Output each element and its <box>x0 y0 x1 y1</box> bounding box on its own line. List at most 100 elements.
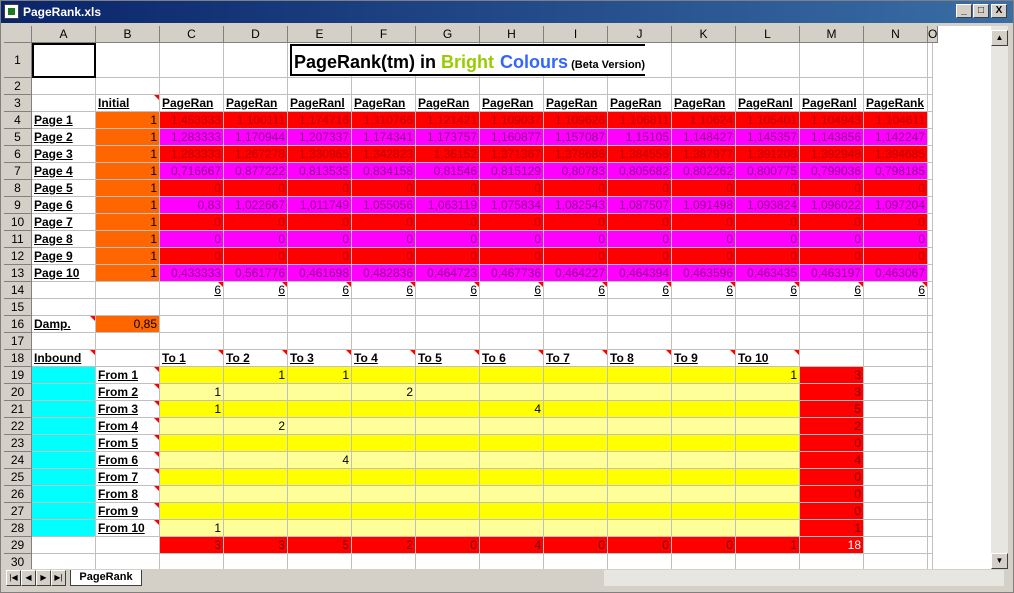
pagerank-value[interactable]: 0 <box>416 231 480 248</box>
pagerank-value[interactable]: 1,170944 <box>224 129 288 146</box>
link-count[interactable] <box>160 367 224 384</box>
to-header[interactable]: To 5 <box>416 350 480 367</box>
pagerank-value[interactable]: 1,391208 <box>736 146 800 163</box>
link-count[interactable] <box>544 384 608 401</box>
cell[interactable] <box>224 299 288 316</box>
outbound-total[interactable]: 1 <box>800 520 864 537</box>
pagerank-header[interactable]: PageRan <box>480 95 544 112</box>
cell[interactable] <box>800 333 864 350</box>
link-count[interactable] <box>608 503 672 520</box>
inbound-cell[interactable] <box>32 520 96 537</box>
horizontal-scrollbar[interactable] <box>604 570 1004 586</box>
cell[interactable] <box>928 486 933 503</box>
pagerank-value[interactable]: 1,011749 <box>288 197 352 214</box>
cell[interactable] <box>864 350 928 367</box>
link-count[interactable] <box>416 435 480 452</box>
pagerank-value[interactable]: 1,142247 <box>864 129 928 146</box>
cell[interactable] <box>928 333 933 350</box>
row-header[interactable]: 10 <box>4 214 32 231</box>
sum-value[interactable]: 6 <box>736 282 800 299</box>
column-header[interactable]: K <box>672 26 736 43</box>
outbound-total[interactable]: 4 <box>800 452 864 469</box>
inbound-total[interactable]: 1 <box>736 537 800 554</box>
pagerank-value[interactable]: 1,15105 <box>608 129 672 146</box>
link-count[interactable] <box>480 469 544 486</box>
cell[interactable] <box>864 486 928 503</box>
pagerank-value[interactable]: 0 <box>544 180 608 197</box>
pagerank-value[interactable]: 0 <box>608 180 672 197</box>
cell[interactable] <box>928 503 933 520</box>
pagerank-value[interactable]: 1,387977 <box>672 146 736 163</box>
inbound-total[interactable]: 4 <box>480 537 544 554</box>
scroll-up-icon[interactable]: ▲ <box>991 30 1008 46</box>
link-count[interactable] <box>544 452 608 469</box>
pagerank-value[interactable]: 0 <box>224 214 288 231</box>
page-label[interactable]: Page 3 <box>32 146 96 163</box>
link-count[interactable] <box>672 384 736 401</box>
pagerank-value[interactable]: 0,802262 <box>672 163 736 180</box>
pagerank-value[interactable]: 0 <box>416 248 480 265</box>
pagerank-header[interactable]: PageRan <box>672 95 736 112</box>
link-count[interactable] <box>224 435 288 452</box>
pagerank-value[interactable]: 0 <box>736 231 800 248</box>
pagerank-value[interactable]: 0,464723 <box>416 265 480 282</box>
sum-value[interactable]: 6 <box>864 282 928 299</box>
pagerank-value[interactable]: 0,877222 <box>224 163 288 180</box>
link-count[interactable] <box>672 367 736 384</box>
link-count[interactable] <box>608 520 672 537</box>
link-count[interactable]: 1 <box>736 367 800 384</box>
row-header[interactable]: 6 <box>4 146 32 163</box>
cell[interactable] <box>928 43 933 78</box>
row-header[interactable]: 19 <box>4 367 32 384</box>
pagerank-header[interactable]: PageRan <box>544 95 608 112</box>
pagerank-value[interactable]: 0 <box>544 214 608 231</box>
cell[interactable] <box>32 95 96 112</box>
pagerank-value[interactable]: 0 <box>608 214 672 231</box>
column-header[interactable]: G <box>416 26 480 43</box>
scroll-down-icon[interactable]: ▼ <box>991 553 1008 569</box>
cell[interactable] <box>928 554 933 569</box>
cell[interactable] <box>608 299 672 316</box>
row-header[interactable]: 28 <box>4 520 32 537</box>
outbound-total[interactable]: 0 <box>800 503 864 520</box>
pagerank-header[interactable]: PageRan <box>608 95 672 112</box>
cell[interactable] <box>224 333 288 350</box>
pagerank-value[interactable]: 1,110766 <box>352 112 416 129</box>
row-header[interactable]: 13 <box>4 265 32 282</box>
row-header[interactable]: 20 <box>4 384 32 401</box>
cell[interactable] <box>608 554 672 569</box>
cell[interactable] <box>928 384 933 401</box>
pagerank-value[interactable]: 0 <box>608 248 672 265</box>
inbound-cell[interactable] <box>32 452 96 469</box>
pagerank-value[interactable]: 1,378686 <box>544 146 608 163</box>
link-count[interactable] <box>416 503 480 520</box>
initial-header[interactable]: Initial <box>96 95 160 112</box>
pagerank-value[interactable]: 0,805682 <box>608 163 672 180</box>
outbound-total[interactable]: 3 <box>800 367 864 384</box>
cell[interactable] <box>672 333 736 350</box>
cell[interactable] <box>928 231 933 248</box>
from-label[interactable]: From 3 <box>96 401 160 418</box>
cell[interactable] <box>672 299 736 316</box>
pagerank-value[interactable]: 1,145357 <box>736 129 800 146</box>
cell[interactable] <box>160 333 224 350</box>
initial-value[interactable]: 1 <box>96 265 160 282</box>
initial-value[interactable]: 1 <box>96 146 160 163</box>
pagerank-value[interactable]: 0,81546 <box>416 163 480 180</box>
from-label[interactable]: From 4 <box>96 418 160 435</box>
cell[interactable] <box>96 554 160 569</box>
page-label[interactable]: Page 5 <box>32 180 96 197</box>
row-header[interactable]: 22 <box>4 418 32 435</box>
cell[interactable] <box>736 316 800 333</box>
pagerank-value[interactable]: 0 <box>544 248 608 265</box>
pagerank-value[interactable]: 0 <box>672 248 736 265</box>
cell[interactable] <box>672 554 736 569</box>
link-count[interactable] <box>736 503 800 520</box>
inbound-cell[interactable] <box>32 367 96 384</box>
cell[interactable] <box>288 316 352 333</box>
cell[interactable] <box>416 333 480 350</box>
pagerank-value[interactable]: 0 <box>736 214 800 231</box>
close-button[interactable]: X <box>991 4 1007 18</box>
cell[interactable] <box>416 554 480 569</box>
pagerank-value[interactable]: 0 <box>864 248 928 265</box>
